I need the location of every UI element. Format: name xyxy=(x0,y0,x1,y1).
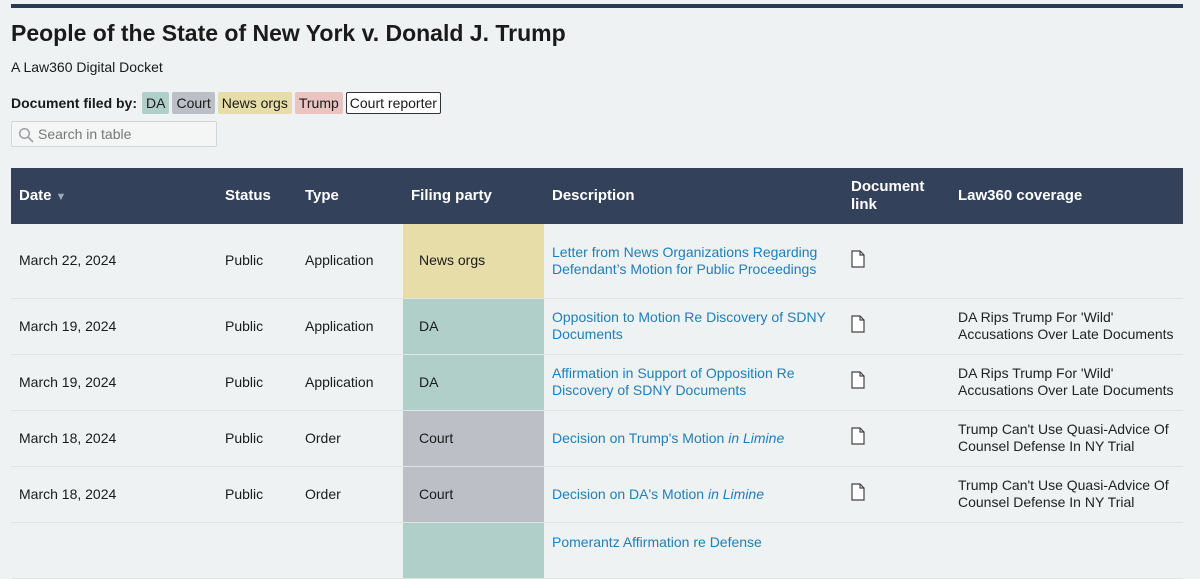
cell-description: Affirmation in Support of Opposition Re … xyxy=(544,354,843,411)
cell-status xyxy=(217,522,297,579)
cell-coverage: Trump Can't Use Quasi-Advice Of Counsel … xyxy=(950,466,1183,523)
description-link[interactable]: Affirmation in Support of Opposition Re … xyxy=(552,365,795,398)
table-row: March 19, 2024 Public Application DA Opp… xyxy=(11,298,1183,355)
legend-chip-news-orgs: News orgs xyxy=(217,92,292,114)
column-header-status[interactable]: Status xyxy=(217,168,297,224)
cell-description: Letter from News Organizations Regarding… xyxy=(544,224,843,299)
table-row: March 18, 2024 Public Order Court Decisi… xyxy=(11,466,1183,523)
cell-type xyxy=(297,522,403,579)
cell-coverage xyxy=(950,224,1183,299)
docket-table: Date ▼ Status Type Filing party Descripti… xyxy=(11,168,1183,579)
document-icon[interactable] xyxy=(851,250,865,272)
coverage-link[interactable]: Trump Can't Use Quasi-Advice Of Counsel … xyxy=(958,477,1169,510)
column-header-coverage[interactable]: Law360 coverage xyxy=(950,168,1183,224)
cell-coverage: DA Rips Trump For 'Wild' Accusations Ove… xyxy=(950,298,1183,355)
legend-chip-trump: Trump xyxy=(294,92,343,114)
column-header-date[interactable]: Date ▼ xyxy=(11,168,217,224)
column-header-description[interactable]: Description xyxy=(544,168,843,224)
search-icon xyxy=(18,127,34,143)
search-box[interactable] xyxy=(11,121,217,147)
page-subtitle: A Law360 Digital Docket xyxy=(11,59,163,75)
cell-type: Application xyxy=(297,354,403,411)
cell-description: Pomerantz Affirmation re Defense xyxy=(544,522,843,579)
cell-date: March 19, 2024 xyxy=(11,298,217,355)
cell-filing-party: DA xyxy=(403,354,544,411)
cell-filing-party: Court xyxy=(403,466,544,523)
column-header-type[interactable]: Type xyxy=(297,168,403,224)
cell-status: Public xyxy=(217,298,297,355)
cell-status: Public xyxy=(217,466,297,523)
column-header-document-link[interactable]: Document link xyxy=(843,168,950,224)
cell-document-link xyxy=(843,466,950,523)
cell-filing-party: DA xyxy=(403,298,544,355)
cell-document-link xyxy=(843,224,950,299)
cell-date: March 18, 2024 xyxy=(11,410,217,467)
cell-date xyxy=(11,522,217,579)
cell-description: Decision on Trump's Motion in Limine xyxy=(544,410,843,467)
cell-document-link xyxy=(843,354,950,411)
cell-document-link xyxy=(843,298,950,355)
search-input[interactable] xyxy=(38,125,214,143)
description-text: Decision on Trump's Motion xyxy=(552,429,729,446)
column-header-filing-party[interactable]: Filing party xyxy=(403,168,544,224)
description-italic: in Limine xyxy=(728,429,785,446)
table-row: March 22, 2024 Public Application News o… xyxy=(11,224,1183,299)
coverage-link[interactable]: DA Rips Trump For 'Wild' Accusations Ove… xyxy=(958,309,1174,342)
cell-document-link xyxy=(843,410,950,467)
description-link[interactable]: Opposition to Motion Re Discovery of SDN… xyxy=(552,309,826,342)
cell-coverage xyxy=(950,522,1183,579)
cell-type: Application xyxy=(297,224,403,299)
table-row: Pomerantz Affirmation re Defense xyxy=(11,522,1183,579)
coverage-link[interactable]: Trump Can't Use Quasi-Advice Of Counsel … xyxy=(958,421,1169,454)
legend-chip-da: DA xyxy=(142,92,170,114)
cell-date: March 22, 2024 xyxy=(11,224,217,299)
cell-description: Opposition to Motion Re Discovery of SDN… xyxy=(544,298,843,355)
page-title: People of the State of New York v. Donal… xyxy=(11,20,566,46)
table-header-row: Date ▼ Status Type Filing party Descripti… xyxy=(11,168,1183,224)
cell-filing-party: News orgs xyxy=(403,224,544,299)
description-italic: in Limine xyxy=(707,485,764,502)
cell-status: Public xyxy=(217,410,297,467)
table-row: March 18, 2024 Public Order Court Decisi… xyxy=(11,410,1183,467)
cell-status: Public xyxy=(217,354,297,411)
description-link[interactable]: Letter from News Organizations Regarding… xyxy=(552,244,817,277)
document-icon[interactable] xyxy=(851,315,865,337)
cell-document-link xyxy=(843,522,950,579)
top-rule xyxy=(11,4,1183,8)
legend-label: Document filed by: xyxy=(11,95,138,111)
filing-party-legend: Document filed by: DA Court News orgs Tr… xyxy=(11,91,444,115)
description-text: Decision on DA's Motion xyxy=(552,485,708,502)
cell-coverage: Trump Can't Use Quasi-Advice Of Counsel … xyxy=(950,410,1183,467)
document-icon[interactable] xyxy=(851,483,865,505)
cell-coverage: DA Rips Trump For 'Wild' Accusations Ove… xyxy=(950,354,1183,411)
cell-description: Decision on DA's Motion in Limine xyxy=(544,466,843,523)
description-link[interactable]: Decision on Trump's Motion in Limine xyxy=(552,430,784,446)
cell-type: Order xyxy=(297,410,403,467)
document-icon[interactable] xyxy=(851,427,865,449)
description-link[interactable]: Decision on DA's Motion in Limine xyxy=(552,486,764,502)
legend-chip-court-reporter: Court reporter xyxy=(345,92,441,114)
cell-filing-party xyxy=(403,522,544,579)
cell-type: Order xyxy=(297,466,403,523)
sort-down-icon[interactable]: ▼ xyxy=(56,191,67,203)
cell-type: Application xyxy=(297,298,403,355)
cell-filing-party: Court xyxy=(403,410,544,467)
cell-date: March 19, 2024 xyxy=(11,354,217,411)
document-icon[interactable] xyxy=(851,371,865,393)
cell-date: March 18, 2024 xyxy=(11,466,217,523)
date-header-label: Date xyxy=(19,186,52,204)
legend-chip-court: Court xyxy=(172,92,215,114)
cell-status: Public xyxy=(217,224,297,299)
coverage-link[interactable]: DA Rips Trump For 'Wild' Accusations Ove… xyxy=(958,365,1174,398)
table-row: March 19, 2024 Public Application DA Aff… xyxy=(11,354,1183,411)
